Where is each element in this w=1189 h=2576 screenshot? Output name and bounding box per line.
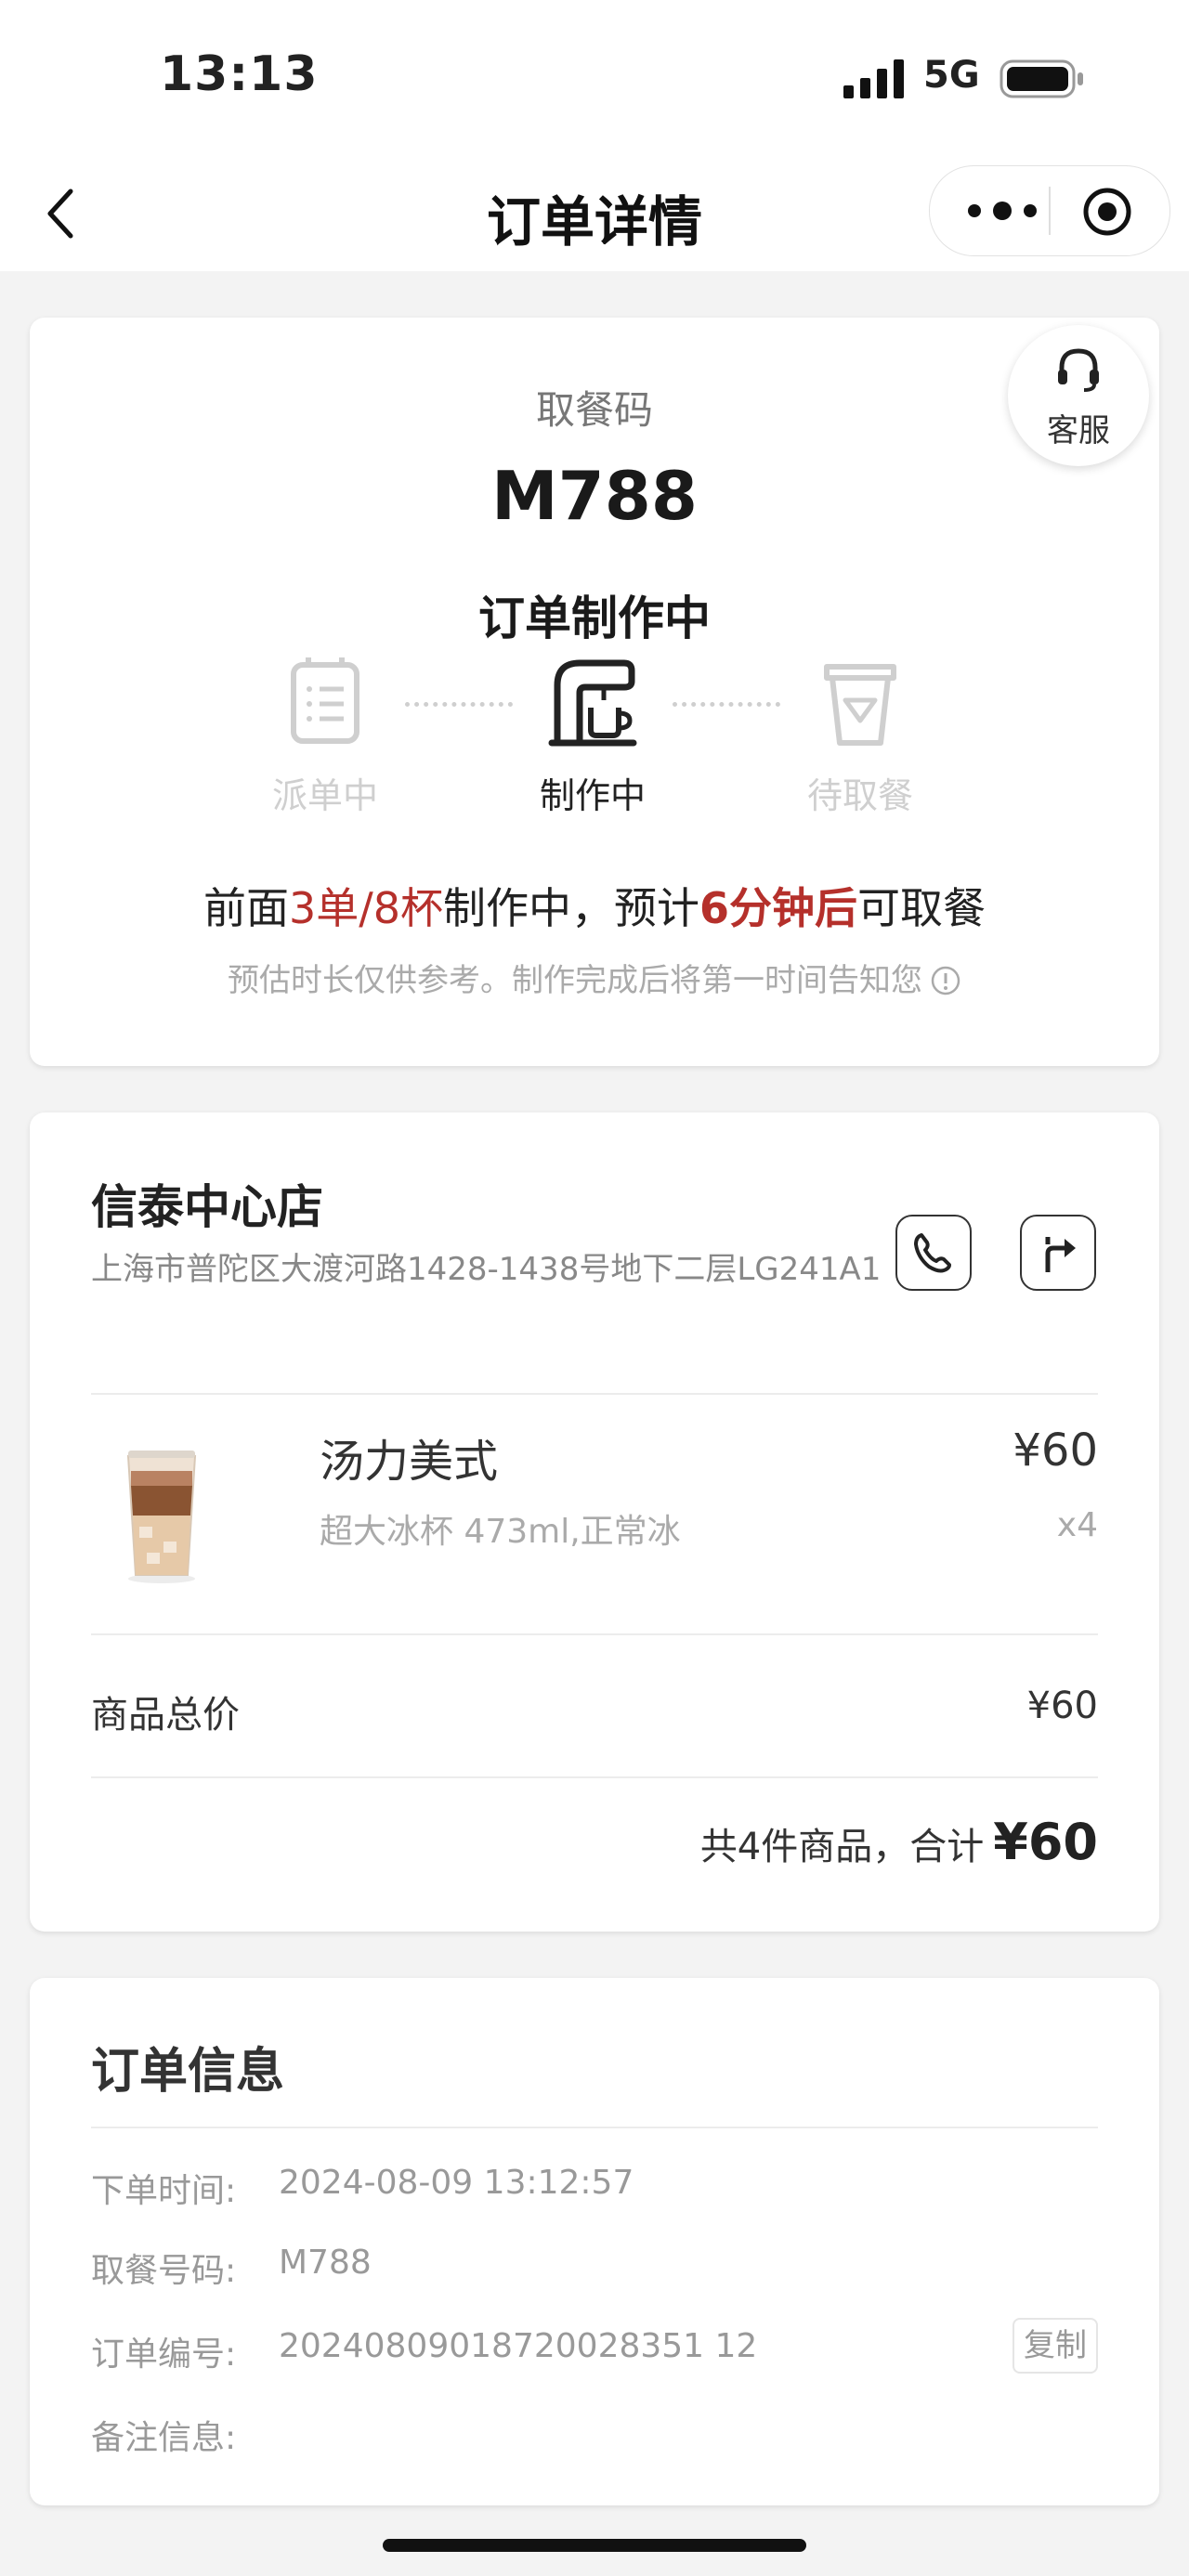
home-indicator[interactable]	[383, 2539, 806, 2552]
info-value: 2024-08-09 13:12:57	[279, 2164, 634, 2202]
customer-service-label: 客服	[1047, 412, 1110, 449]
order-list-icon	[291, 657, 359, 744]
call-store-button[interactable]	[895, 1215, 972, 1291]
info-label: 备注信息:	[91, 2419, 237, 2457]
total-summary: 共4件商品，合计	[699, 1826, 985, 1868]
divider	[91, 2127, 1098, 2128]
copy-order-number-button[interactable]: 复制	[1013, 2318, 1098, 2374]
divider	[91, 1393, 1098, 1395]
order-total: 共4件商品，合计 ¥60	[700, 1813, 1098, 1871]
signal-icon	[843, 59, 904, 98]
info-row-pickup-number: 取餐号码: M788	[91, 2244, 372, 2292]
step-label: 制作中	[539, 775, 646, 816]
step-ready-pickup: 待取餐	[767, 654, 953, 818]
miniprogram-capsule	[929, 165, 1170, 256]
info-label: 订单编号:	[91, 2335, 237, 2374]
product-name: 汤力美式	[320, 1436, 499, 1488]
more-icon[interactable]	[963, 192, 1041, 229]
status-time: 13:13	[160, 46, 319, 102]
info-row-order-time: 下单时间: 2024-08-09 13:12:57	[91, 2164, 634, 2212]
info-row-order-number: 订单编号: 20240809018720028351 12	[91, 2327, 757, 2375]
battery-icon	[1000, 59, 1083, 98]
subtotal-value: ¥60	[1026, 1685, 1098, 1727]
network-type: 5G	[923, 54, 980, 97]
info-icon[interactable]	[930, 965, 961, 996]
nav-bar: 订单详情	[0, 158, 1189, 271]
product-spec: 超大冰杯 473ml,正常冰	[320, 1513, 681, 1551]
pickup-code-label: 取餐码	[535, 387, 653, 433]
customer-service-button[interactable]: 客服	[1008, 325, 1149, 466]
info-label: 取餐号码:	[91, 2252, 237, 2290]
capsule-divider	[1049, 187, 1051, 235]
queue-status-text: 前面3单/8杯制作中，预计6分钟后可取餐	[203, 883, 986, 933]
order-info-card: 订单信息 下单时间: 2024-08-09 13:12:57 取餐号码: M78…	[30, 1978, 1159, 2505]
info-row-remarks: 备注信息:	[91, 2411, 236, 2459]
subtotal-label: 商品总价	[91, 1694, 240, 1737]
phone-icon	[914, 1233, 951, 1273]
divider	[91, 1776, 1098, 1778]
status-bar: 13:13 5G	[0, 0, 1189, 158]
pickup-status-card: 取餐码 M788 订单制作中 派单中 制作中 待取餐 前面3单/8杯制作中，预计…	[30, 318, 1159, 1066]
headset-icon	[1058, 348, 1099, 392]
coffee-machine-icon	[548, 659, 637, 747]
store-address: 上海市普陀区大渡河路1428-1438号地下二层LG241A1	[91, 1251, 882, 1288]
step-connector	[673, 702, 780, 712]
pickup-code: M788	[491, 457, 698, 535]
total-amount: ¥60	[993, 1813, 1098, 1871]
info-label: 下单时间:	[91, 2172, 237, 2210]
cup-icon	[824, 664, 896, 746]
eta: 6分钟后	[699, 883, 858, 933]
directions-icon	[1045, 1237, 1076, 1272]
orders-ahead: 3单/8杯	[288, 883, 443, 933]
store-order-card: 信泰中心店 上海市普陀区大渡河路1428-1438号地下二层LG241A1 汤力…	[30, 1112, 1159, 1932]
step-dispatching: 派单中	[232, 654, 418, 818]
order-info-title: 订单信息	[91, 2044, 285, 2100]
step-label: 派单中	[271, 775, 378, 816]
order-status-title: 订单制作中	[478, 592, 711, 645]
step-label: 待取餐	[806, 775, 913, 816]
product-image	[126, 1451, 197, 1583]
product-quantity: x4	[1056, 1506, 1098, 1544]
navigate-button[interactable]	[1020, 1215, 1096, 1291]
step-connector	[405, 702, 513, 712]
close-miniprogram-icon[interactable]	[1082, 187, 1132, 237]
estimate-note: 预估时长仅供参考。制作完成后将第一时间告知您	[30, 955, 1159, 1000]
divider	[91, 1633, 1098, 1635]
info-value: 20240809018720028351 12	[279, 2327, 758, 2365]
step-making: 制作中	[500, 654, 686, 818]
store-name: 信泰中心店	[91, 1180, 323, 1234]
product-price: ¥60	[1013, 1425, 1098, 1477]
info-value: M788	[279, 2244, 372, 2282]
